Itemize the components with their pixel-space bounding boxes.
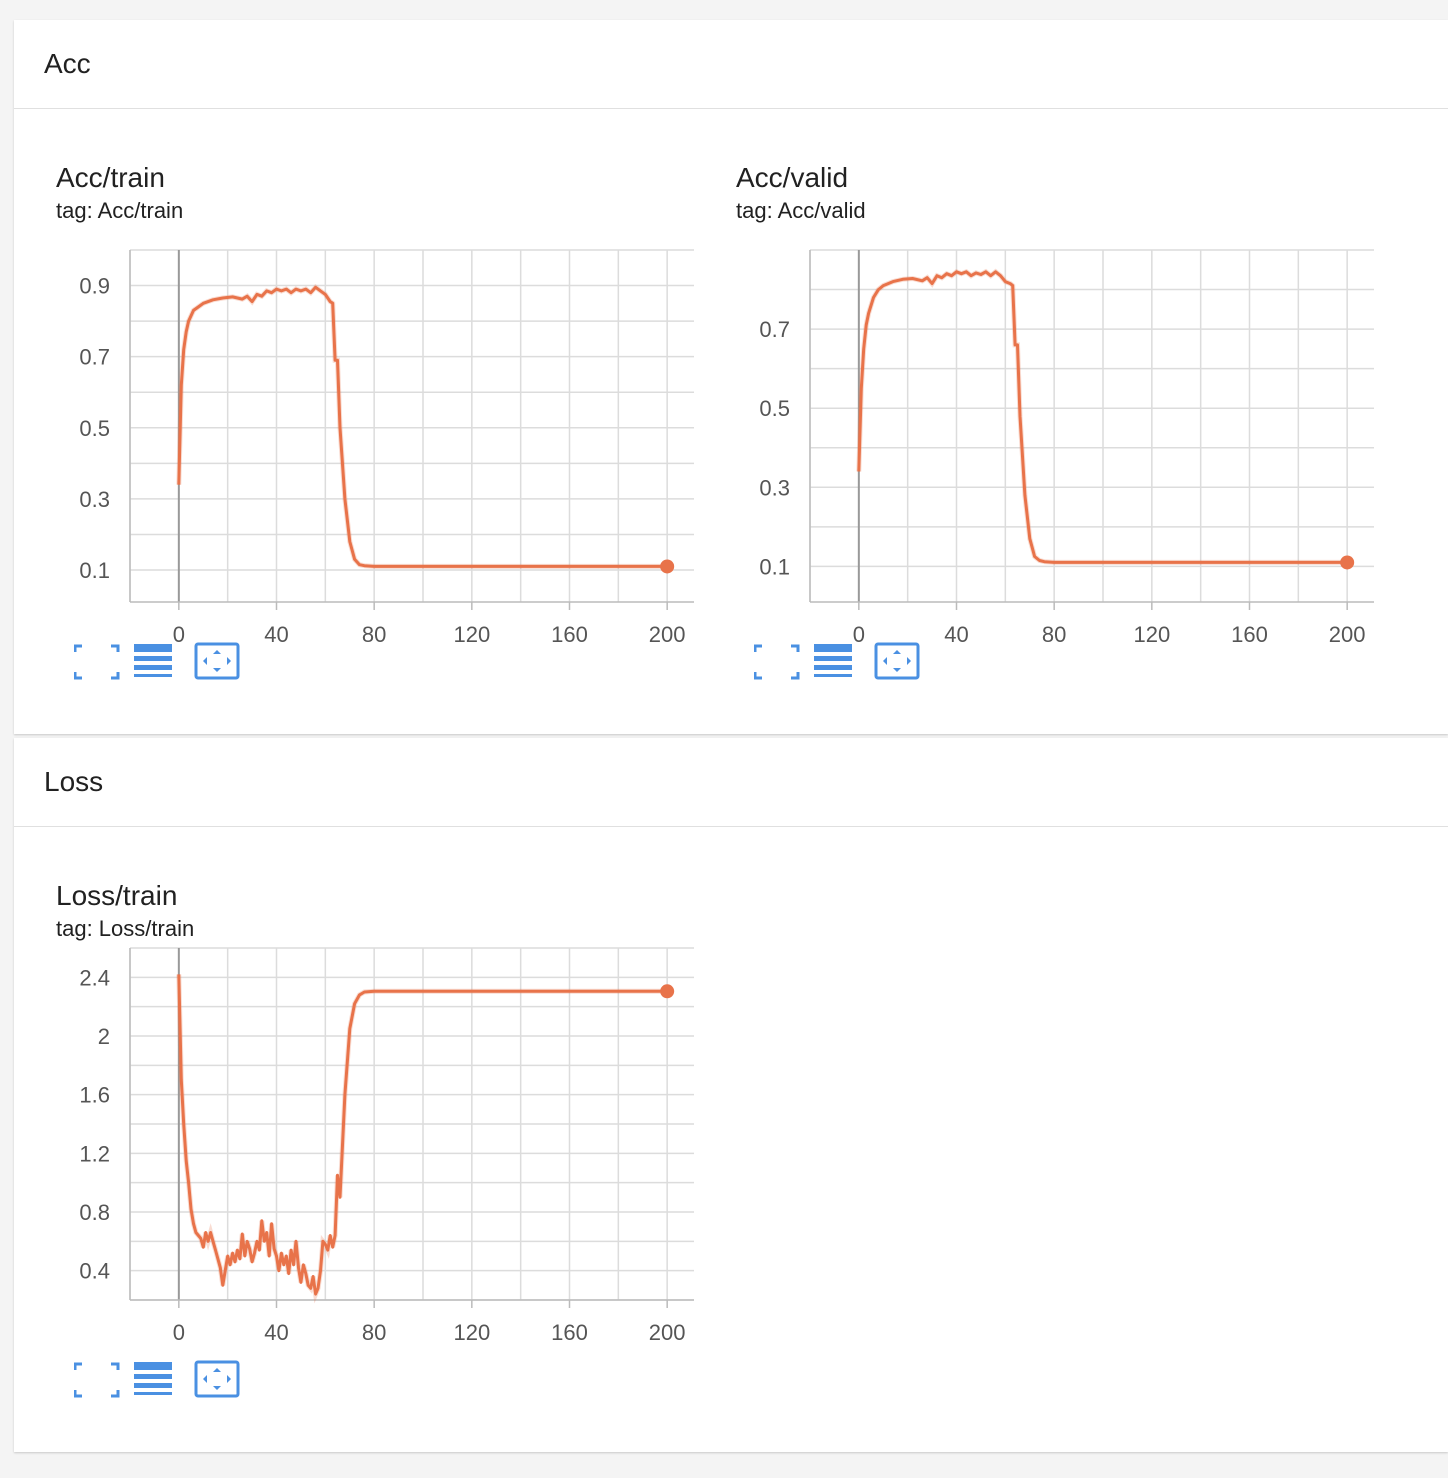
y-tick-label: 2.4	[79, 965, 110, 990]
line-chart[interactable]: 0 40 80 120 160 200 0.4 0.8 1.2 1.6 2 2.4	[14, 866, 694, 1366]
y-tick-label: 0.3	[759, 475, 790, 500]
y-tick-label: 0.5	[759, 396, 790, 421]
y-tick-label: 0.1	[79, 558, 110, 583]
section-title: Loss	[44, 766, 104, 797]
y-tick-label: 0.3	[79, 487, 110, 512]
x-tick-label: 160	[551, 622, 588, 647]
fullscreen-icon[interactable]	[73, 1360, 120, 1400]
fullscreen-icon[interactable]	[753, 642, 800, 682]
data-table-icon[interactable]	[812, 642, 858, 682]
y-tick-label: 0.4	[79, 1259, 110, 1284]
y-tick-label: 0.1	[759, 554, 790, 579]
x-tick-label: 200	[649, 1320, 686, 1345]
y-tick-label: 1.6	[79, 1083, 110, 1108]
y-tick-label: 0.8	[79, 1200, 110, 1225]
fit-domain-icon[interactable]	[194, 1360, 240, 1400]
y-tick-label: 0.5	[79, 416, 110, 441]
section-header[interactable]: Acc	[14, 20, 1448, 109]
data-table-icon[interactable]	[132, 642, 178, 682]
y-tick-label: 0.7	[79, 345, 110, 370]
y-tick-label: 0.9	[79, 274, 110, 299]
x-tick-label: 80	[1042, 622, 1066, 647]
x-tick-label: 120	[453, 622, 490, 647]
y-tick-label: 0.7	[759, 317, 790, 342]
section-loss: Loss Loss/train tag: Loss/train 0 40 80 120…	[14, 738, 1448, 1452]
chart-card-acc-train: Acc/train tag: Acc/train 0 40 80 120 160 200 0…	[14, 148, 694, 738]
x-tick-label: 160	[551, 1320, 588, 1345]
line-chart[interactable]: 0 40 80 120 160 2000.10.30.50.70.9	[14, 148, 694, 648]
section-title: Acc	[44, 48, 91, 79]
section-acc: Acc Acc/train tag: Acc/train 0 40 80 120 160…	[14, 20, 1448, 734]
x-tick-label: 120	[1133, 622, 1170, 647]
chart-card-loss-train: Loss/train tag: Loss/train 0 40 80 120 160 20…	[14, 866, 694, 1456]
x-tick-label: 0	[173, 1320, 185, 1345]
x-tick-label: 200	[649, 622, 686, 647]
last-point-marker	[660, 559, 675, 574]
chart-toolbar	[753, 642, 954, 682]
x-tick-label: 120	[453, 1320, 490, 1345]
section-header[interactable]: Loss	[14, 738, 1448, 827]
x-tick-label: 40	[264, 1320, 288, 1345]
chart-toolbar	[73, 642, 274, 682]
x-tick-label: 160	[1231, 622, 1268, 647]
data-table-icon[interactable]	[132, 1360, 178, 1400]
x-tick-label: 80	[362, 1320, 386, 1345]
line-chart[interactable]: 0 40 80 120 160 2000.10.30.50.7	[694, 148, 1374, 648]
y-tick-label: 1.2	[79, 1141, 110, 1166]
y-tick-label: 2	[98, 1024, 110, 1049]
fit-domain-icon[interactable]	[874, 642, 920, 682]
chart-card-acc-valid: Acc/valid tag: Acc/valid 0 40 80 120 160 200 0…	[694, 148, 1374, 738]
last-point-marker	[1340, 555, 1355, 570]
fullscreen-icon[interactable]	[73, 642, 120, 682]
x-tick-label: 80	[362, 622, 386, 647]
last-point-marker	[660, 984, 675, 999]
chart-toolbar	[73, 1360, 274, 1400]
x-tick-label: 200	[1329, 622, 1366, 647]
fit-domain-icon[interactable]	[194, 642, 240, 682]
